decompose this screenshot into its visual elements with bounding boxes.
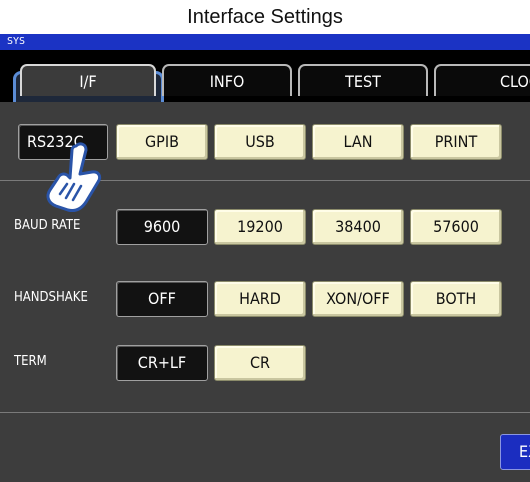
term-label: TERM xyxy=(14,354,47,369)
handshake-hard-button[interactable]: HARD xyxy=(214,281,306,317)
exit-button[interactable]: EXIT xyxy=(500,434,530,470)
baud-19200-button[interactable]: 19200 xyxy=(214,209,306,245)
tab-if[interactable]: I/F xyxy=(20,64,156,96)
term-crlf-button[interactable]: CR+LF xyxy=(116,345,208,381)
interface-usb-button[interactable]: USB xyxy=(214,124,306,160)
handshake-xon-off-button[interactable]: XON/OFF xyxy=(312,281,404,317)
baud-57600-button[interactable]: 57600 xyxy=(410,209,502,245)
baud-38400-button[interactable]: 38400 xyxy=(312,209,404,245)
system-bar: SYS xyxy=(0,34,530,50)
divider xyxy=(0,412,530,413)
baud-9600-button[interactable]: 9600 xyxy=(116,209,208,245)
tab-test[interactable]: TEST xyxy=(298,64,428,96)
handshake-both-button[interactable]: BOTH xyxy=(410,281,502,317)
term-cr-button[interactable]: CR xyxy=(214,345,306,381)
system-label: SYS xyxy=(7,36,26,47)
interface-print-button[interactable]: PRINT xyxy=(410,124,502,160)
interface-gpib-button[interactable]: GPIB xyxy=(116,124,208,160)
baud-rate-label: BAUD RATE xyxy=(14,218,81,233)
tab-bar: I/F INFO TEST CLOCK xyxy=(0,50,530,115)
tab-clock[interactable]: CLOCK xyxy=(434,64,530,96)
window-title: Interface Settings xyxy=(187,6,343,28)
handshake-off-button[interactable]: OFF xyxy=(116,281,208,317)
handshake-label: HANDSHAKE xyxy=(14,290,88,305)
hand-pointer-icon xyxy=(46,142,102,212)
device-screen: SYS I/F INFO TEST CLOCK RS232C GPIB USB … xyxy=(0,34,530,482)
interface-lan-button[interactable]: LAN xyxy=(312,124,404,160)
tab-info[interactable]: INFO xyxy=(162,64,292,96)
